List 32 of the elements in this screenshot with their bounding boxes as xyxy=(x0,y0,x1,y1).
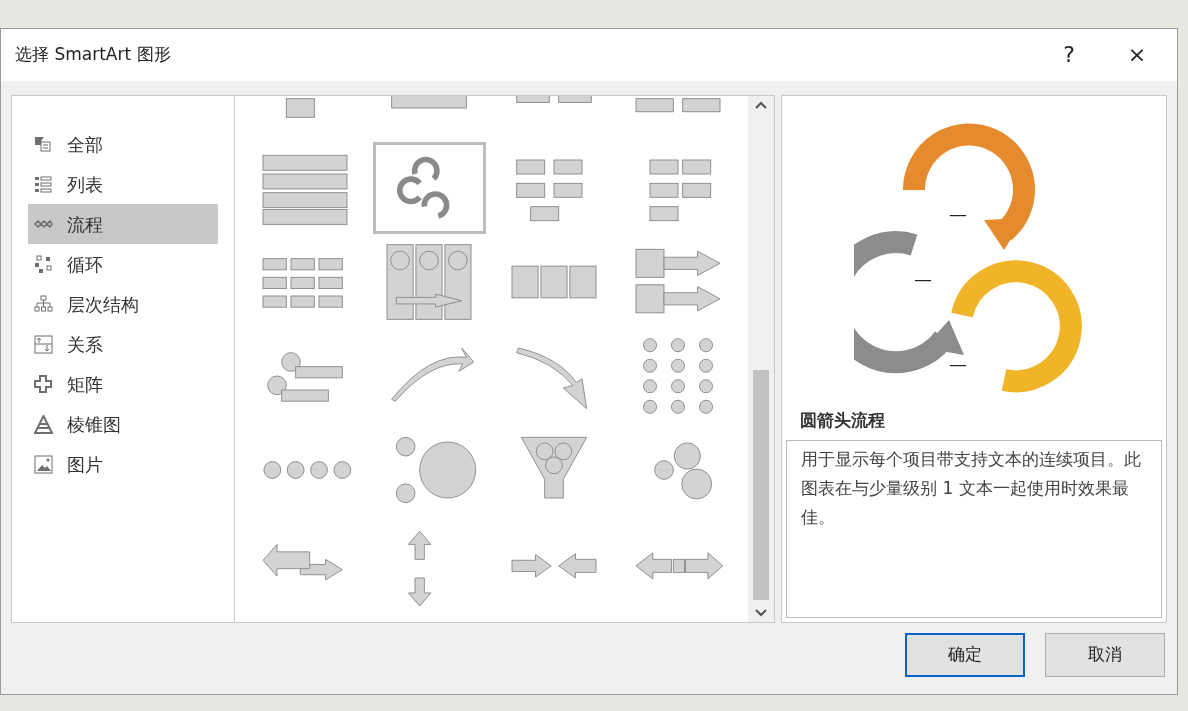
layout-thumbnail[interactable] xyxy=(373,142,486,234)
category-item[interactable]: 流程 xyxy=(28,204,218,244)
layout-title: 圆箭头流程 xyxy=(800,409,886,432)
window-title: 选择 SmartArt 图形 xyxy=(15,43,172,67)
category-item[interactable]: 棱锥图 xyxy=(28,404,218,444)
category-item[interactable]: 循环 xyxy=(28,244,218,284)
cycle-icon xyxy=(34,254,53,274)
category-icon xyxy=(34,134,53,154)
relationship-icon xyxy=(34,334,53,354)
ok-button[interactable]: 确定 xyxy=(905,633,1025,677)
help-button[interactable]: ? xyxy=(1043,43,1095,67)
shape-label: — xyxy=(949,353,967,374)
category-item[interactable]: 关系 xyxy=(28,324,218,364)
scroll-down-icon[interactable] xyxy=(754,608,768,618)
cross-icon xyxy=(34,374,53,394)
pyramid-icon xyxy=(34,414,53,434)
shape-label: — xyxy=(949,203,967,224)
scroll-bar[interactable] xyxy=(748,96,774,622)
category-item[interactable]: 层次结构 xyxy=(28,284,218,324)
close-button[interactable]: × xyxy=(1111,43,1163,67)
shape-label: — xyxy=(914,268,932,289)
list-icon xyxy=(34,174,53,194)
layout-description: 用于显示每个项目带支持文本的连续项目。此图表在与少量级别 1 文本一起使用时效果最佳。 xyxy=(786,439,1162,618)
scroll-thumb[interactable] xyxy=(753,370,769,600)
picture-icon xyxy=(34,454,53,474)
category-item[interactable]: 图片 xyxy=(28,444,218,484)
category-item[interactable]: 列表 xyxy=(28,164,218,204)
scroll-up-icon[interactable] xyxy=(754,100,768,110)
hierarchy-icon xyxy=(34,294,53,314)
category-item[interactable]: 矩阵 xyxy=(28,364,218,404)
category-item[interactable]: 全部 xyxy=(28,124,218,164)
cancel-button[interactable]: 取消 xyxy=(1045,633,1165,677)
